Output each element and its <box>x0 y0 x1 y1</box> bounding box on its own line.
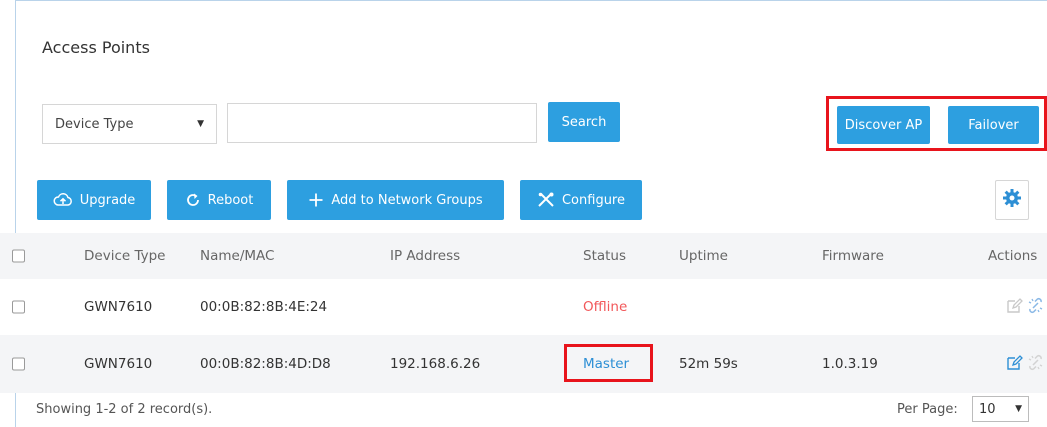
configure-button[interactable]: Configure <box>520 180 642 220</box>
header-status[interactable]: Status <box>583 233 626 279</box>
per-page-value: 10 <box>979 401 996 417</box>
gear-icon <box>1002 188 1022 212</box>
failover-button[interactable]: Failover <box>948 106 1039 144</box>
plus-icon <box>308 192 324 208</box>
row-firmware: 1.0.3.19 <box>822 356 878 372</box>
row-mac[interactable]: 00:0B:82:8B:4D:D8 <box>200 335 331 393</box>
header-name-mac[interactable]: Name/MAC <box>200 233 274 279</box>
device-type-select[interactable]: Device Type ▼ <box>42 104 217 144</box>
unlink-icon[interactable] <box>1027 297 1044 318</box>
add-to-network-groups-label: Add to Network Groups <box>331 192 483 208</box>
header-ip-address[interactable]: IP Address <box>390 233 460 279</box>
reboot-button[interactable]: Reboot <box>167 180 271 220</box>
select-all-checkbox[interactable] <box>12 249 25 263</box>
table-header: Device Type Name/MAC IP Address Status U… <box>0 233 1047 279</box>
row-status: Master <box>583 356 630 372</box>
row-status: Offline <box>583 299 628 315</box>
header-actions: Actions <box>988 248 1038 264</box>
page-title: Access Points <box>42 38 150 57</box>
row-ip: 192.168.6.26 <box>390 356 481 372</box>
device-type-select-value: Device Type <box>55 116 134 132</box>
row-mac[interactable]: 00:0B:82:8B:4E:24 <box>200 279 327 335</box>
table-row: GWN7610 00:0B:82:8B:4E:24 Offline <box>0 279 1047 335</box>
row-actions <box>1006 335 1047 393</box>
edit-icon[interactable] <box>1006 354 1023 375</box>
per-page-label: Per Page: <box>897 402 958 417</box>
reboot-button-label: Reboot <box>207 192 254 208</box>
row-device-type: GWN7610 <box>84 356 153 372</box>
table-settings-button[interactable] <box>995 180 1029 220</box>
search-input[interactable] <box>227 103 537 143</box>
header-device-type[interactable]: Device Type <box>84 233 165 279</box>
upgrade-button[interactable]: Upgrade <box>37 180 151 220</box>
discover-ap-button[interactable]: Discover AP <box>837 106 930 144</box>
row-checkbox[interactable] <box>12 357 25 371</box>
tools-icon <box>537 192 555 208</box>
configure-button-label: Configure <box>561 192 625 208</box>
header-uptime[interactable]: Uptime <box>679 233 728 279</box>
add-to-network-groups-button[interactable]: Add to Network Groups <box>287 180 504 220</box>
upgrade-button-label: Upgrade <box>79 192 136 208</box>
search-button[interactable]: Search <box>548 102 620 142</box>
per-page-select[interactable]: 10 ▼ <box>972 396 1029 422</box>
row-actions <box>1006 279 1047 335</box>
row-device-type: GWN7610 <box>84 299 153 315</box>
edit-icon[interactable] <box>1006 297 1023 318</box>
chevron-down-icon: ▼ <box>197 119 204 129</box>
chevron-down-icon: ▼ <box>1015 404 1022 414</box>
unlink-icon[interactable] <box>1027 354 1044 375</box>
refresh-icon <box>185 192 201 208</box>
header-firmware[interactable]: Firmware <box>822 233 884 279</box>
table-row: GWN7610 00:0B:82:8B:4D:D8 192.168.6.26 M… <box>0 335 1047 393</box>
cloud-upload-icon <box>53 192 73 208</box>
records-summary: Showing 1-2 of 2 record(s). <box>36 402 213 417</box>
row-uptime: 52m 59s <box>679 356 738 372</box>
row-checkbox[interactable] <box>12 300 25 314</box>
